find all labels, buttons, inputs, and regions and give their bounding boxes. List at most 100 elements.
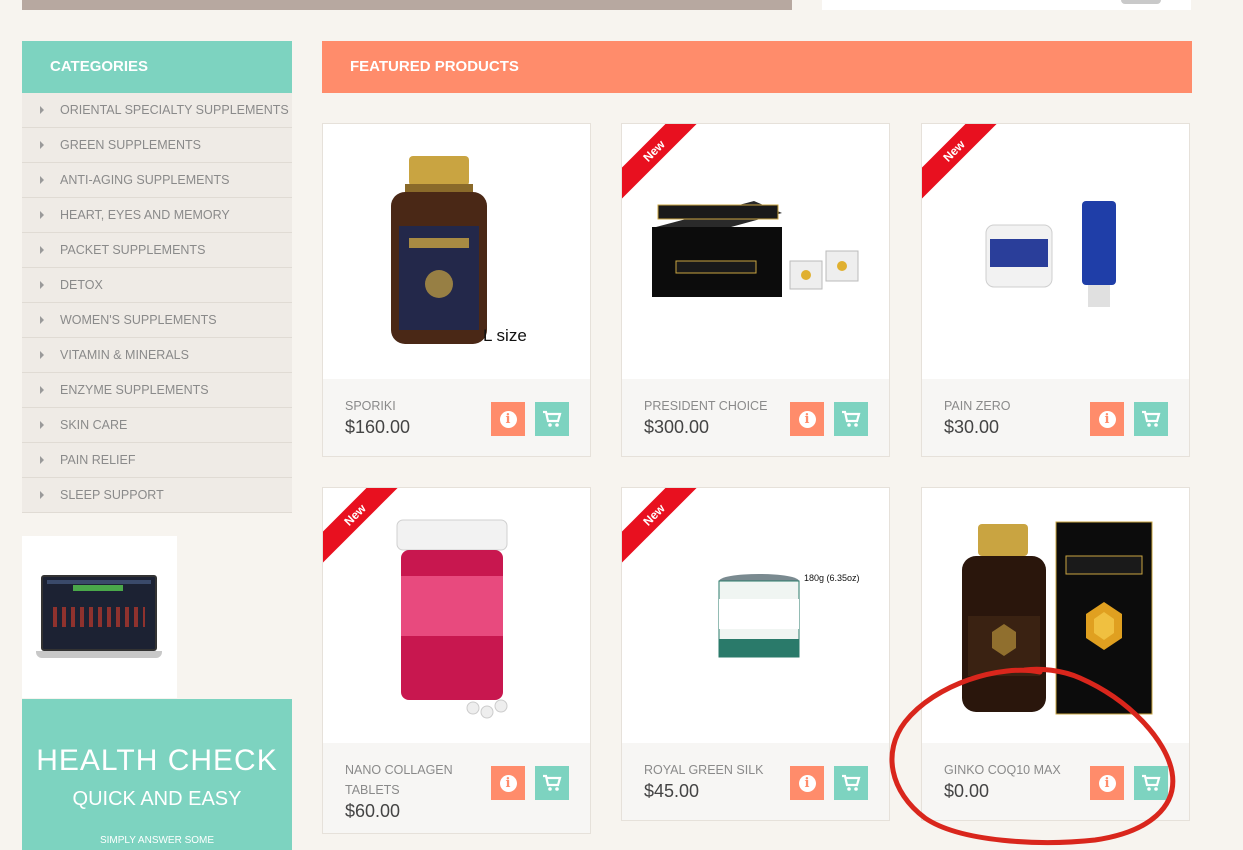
category-label: VITAMIN & MINERALS [60,348,189,362]
category-item-vitamin[interactable]: VITAMIN & MINERALS [22,338,292,373]
category-item-pain-relief[interactable]: PAIN RELIEF [22,443,292,478]
featured-products-title: FEATURED PRODUCTS [322,41,1192,93]
caret-right-icon [40,316,44,324]
category-list: ORIENTAL SPECIALTY SUPPLEMENTS GREEN SUP… [22,93,292,513]
info-button[interactable]: i [1090,402,1124,436]
caret-right-icon [40,246,44,254]
product-name[interactable]: ROYAL GREEN SILK [644,760,774,780]
add-to-cart-button[interactable] [1134,402,1168,436]
nano-collagen-jar-image [396,519,508,719]
category-item-womens[interactable]: WOMEN'S SUPPLEMENTS [22,303,292,338]
caret-right-icon [40,141,44,149]
category-label: SKIN CARE [60,418,128,432]
product-card-president-choice[interactable]: New PRESIDENT CHOICE $300.00 i [621,123,890,457]
product-price: $300.00 [644,417,710,437]
product-image-royal-green-silk[interactable]: 180g (6.35oz) [622,488,889,743]
info-icon: i [499,410,517,428]
category-item-oriental[interactable]: ORIENTAL SPECIALTY SUPPLEMENTS [22,93,292,128]
product-image-sporiki[interactable]: L size [323,124,590,379]
info-icon: i [798,410,816,428]
cart-icon [543,410,562,427]
laptop-base [36,651,162,658]
promo-laptop-image[interactable] [22,536,177,698]
add-to-cart-button[interactable] [535,402,569,436]
screen-flags [53,607,145,627]
categories-title: CATEGORIES [22,41,292,93]
info-icon: i [798,774,816,792]
caret-right-icon [40,421,44,429]
category-label: HEART, EYES AND MEMORY [60,208,230,222]
health-check-subtitle: QUICK AND EASY [72,788,242,810]
product-price: $30.00 [944,417,1000,437]
health-check-title: HEALTH CHECK [36,744,278,777]
product-name[interactable]: PAIN ZERO [944,396,1074,416]
health-check-note: SIMPLY ANSWER SOME [99,835,215,846]
product-footer: SPORIKI $160.00 i [323,379,590,456]
product-price: $45.00 [644,781,700,801]
category-item-heart[interactable]: HEART, EYES AND MEMORY [22,198,292,233]
category-item-detox[interactable]: DETOX [22,268,292,303]
add-to-cart-button[interactable] [834,402,868,436]
category-item-enzyme[interactable]: ENZYME SUPPLEMENTS [22,373,292,408]
product-name[interactable]: NANO COLLAGEN TABLETS [345,760,475,800]
product-image-pain-zero[interactable] [922,124,1189,379]
product-card-nano-collagen[interactable]: New NANO COLLAGEN TABLETS $60.00 i [322,487,591,834]
info-icon: i [1098,774,1116,792]
product-image-ginko-coq10-max[interactable] [922,488,1189,743]
info-button[interactable]: i [491,402,525,436]
category-item-packet[interactable]: PACKET SUPPLEMENTS [22,233,292,268]
category-item-sleep[interactable]: SLEEP SUPPORT [22,478,292,513]
category-label: ORIENTAL SPECIALTY SUPPLEMENTS [60,103,289,117]
product-name[interactable]: PRESIDENT CHOICE [644,396,774,416]
add-to-cart-button[interactable] [535,766,569,800]
product-card-sporiki[interactable]: L size SPORIKI $160.00 i [322,123,591,457]
category-label: ANTI-AGING SUPPLEMENTS [60,173,230,187]
add-to-cart-button[interactable] [1134,766,1168,800]
laptop-screen [41,575,157,651]
product-name[interactable]: GINKO COQ10 MAX [944,760,1074,780]
royal-green-can-image [718,574,800,658]
category-item-green[interactable]: GREEN SUPPLEMENTS [22,128,292,163]
product-name[interactable]: SPORIKI [345,396,475,416]
product-footer: PAIN ZERO $30.00 i [922,379,1189,456]
health-check-banner[interactable]: HEALTH CHECK QUICK AND EASY SIMPLY ANSWE… [22,699,292,850]
caret-right-icon [40,491,44,499]
image-caption-l-size: L size [483,326,527,345]
president-choice-box-image [652,201,859,297]
image-caption-weight: 180g (6.35oz) [804,573,860,583]
cart-icon [842,410,861,427]
cart-icon [1142,774,1161,791]
product-footer: GINKO COQ10 MAX $0.00 i [922,743,1189,820]
category-label: DETOX [60,278,103,292]
pain-zero-products-image [985,201,1116,307]
category-label: WOMEN'S SUPPLEMENTS [60,313,217,327]
cart-icon [842,774,861,791]
caret-right-icon [40,176,44,184]
caret-right-icon [40,106,44,114]
panel-edge [1121,0,1161,4]
product-price: $60.00 [345,801,401,821]
screen-header-bar [47,580,151,584]
cart-icon [543,774,562,791]
product-image-nano-collagen[interactable] [323,488,590,743]
product-card-ginko-coq10-max[interactable]: GINKO COQ10 MAX $0.00 i [921,487,1190,821]
category-item-skin-care[interactable]: SKIN CARE [22,408,292,443]
top-banner-image [22,0,792,10]
category-item-anti-aging[interactable]: ANTI-AGING SUPPLEMENTS [22,163,292,198]
product-footer: PRESIDENT CHOICE $300.00 i [622,379,889,456]
product-card-royal-green-silk[interactable]: New 180g (6.35oz) ROYAL GREEN SILK $45.0… [621,487,890,821]
product-image-president-choice[interactable] [622,124,889,379]
caret-right-icon [40,386,44,394]
info-button[interactable]: i [1090,766,1124,800]
category-label: GREEN SUPPLEMENTS [60,138,202,152]
top-right-panel [822,0,1191,10]
info-button[interactable]: i [790,766,824,800]
screen-highlight [73,585,123,591]
add-to-cart-button[interactable] [834,766,868,800]
ginko-coq10-products-image [962,521,1153,715]
caret-right-icon [40,351,44,359]
info-button[interactable]: i [491,766,525,800]
info-button[interactable]: i [790,402,824,436]
product-card-pain-zero[interactable]: New PAIN ZERO $30.00 i [921,123,1190,457]
category-label: PACKET SUPPLEMENTS [60,243,206,257]
